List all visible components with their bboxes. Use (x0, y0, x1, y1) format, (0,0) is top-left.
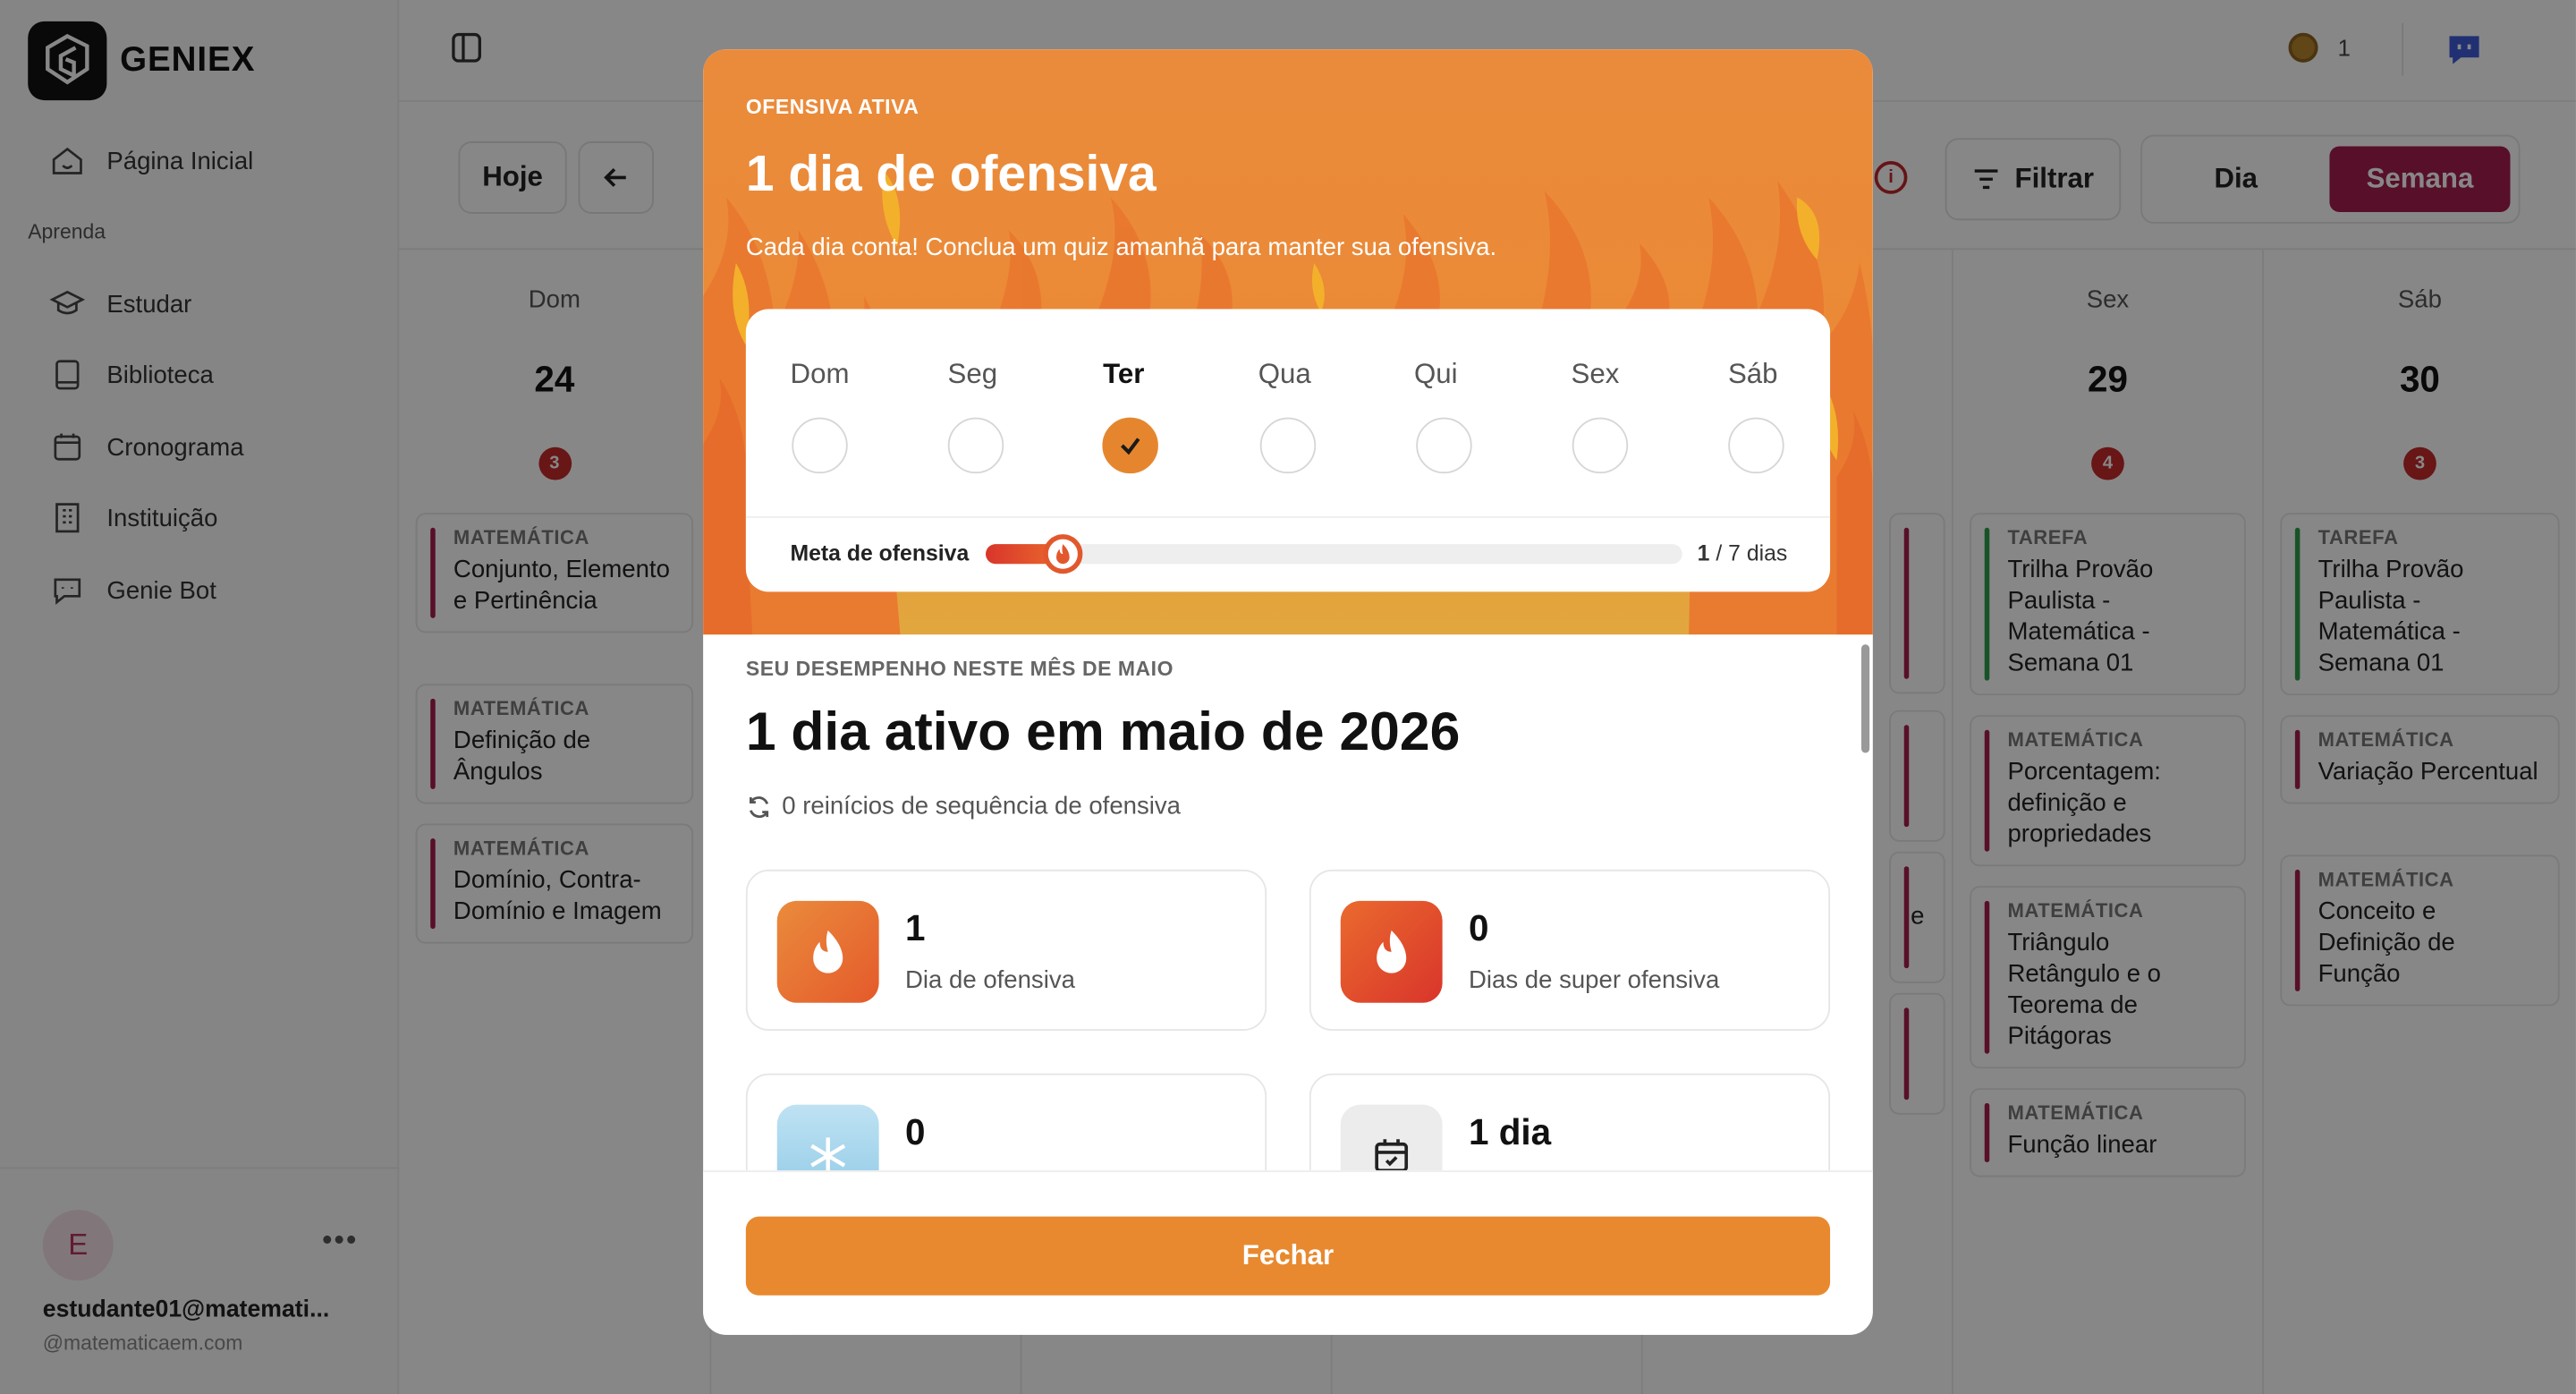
week-tracker: Dom Seg Ter Qua Qui Sex Sáb Meta de ofen… (745, 309, 1831, 592)
weekday-label: Seg (947, 358, 998, 390)
stat-card: 0 (745, 1073, 1267, 1171)
refresh-icon (749, 795, 769, 818)
stat-label: Dia de ofensiva (905, 966, 1075, 995)
weekday-label: Qua (1258, 358, 1311, 390)
modal-scrollbar[interactable] (1860, 644, 1870, 753)
streak-subtitle: Cada dia conta! Conclua um quiz amanhã p… (745, 233, 1497, 262)
resets-text: 0 reinícios de sequência de ofensiva (782, 792, 1181, 820)
weekday-circle (1572, 417, 1629, 474)
streak-hero: OFENSIVA ATIVA 1 dia de ofensiva Cada di… (703, 49, 1873, 635)
stat-value: 0 (1469, 907, 1489, 949)
weekday-label: Ter (1103, 358, 1145, 390)
flame-icon (1055, 544, 1070, 565)
weekday-circle (1416, 417, 1472, 474)
weekday-label: Sáb (1727, 358, 1778, 390)
stat-card: 1 dia (1309, 1073, 1831, 1171)
streak-title: 1 dia de ofensiva (745, 144, 1157, 202)
stat-value: 1 (905, 907, 926, 949)
weekday-label: Dom (790, 358, 850, 390)
modal-footer: Fechar (703, 1170, 1873, 1335)
stat-value: 0 (905, 1111, 926, 1152)
app-root: GENIEX Página Inicial Aprenda Estudar Bi… (0, 0, 2576, 1394)
stat-card: 0 Dias de super ofensiva (1309, 869, 1831, 1031)
weekday-circle (1259, 417, 1317, 474)
goal-progress-knob (1042, 534, 1082, 574)
performance-kicker: SEU DESEMPENHO NESTE MÊS DE MAIO (745, 657, 1174, 681)
flame-icon (776, 900, 879, 1003)
streak-kicker: OFENSIVA ATIVA (745, 95, 919, 119)
performance-title: 1 dia ativo em maio de 2026 (745, 700, 1461, 761)
calendar-check-icon (1340, 1104, 1443, 1171)
divider (745, 515, 1831, 518)
goal-label: Meta de ofensiva (790, 540, 970, 566)
modal-scroll-area[interactable]: SEU DESEMPENHO NESTE MÊS DE MAIO 1 dia a… (703, 634, 1873, 1171)
performance-resets: 0 reinícios de sequência de ofensiva (746, 793, 1181, 820)
flame-icon (1340, 900, 1443, 1003)
weekday-label: Qui (1413, 358, 1458, 390)
stat-value: 1 dia (1469, 1111, 1552, 1152)
weekday-circle (792, 417, 848, 474)
weekday-circle (947, 417, 1004, 474)
streak-modal: OFENSIVA ATIVA 1 dia de ofensiva Cada di… (703, 49, 1873, 1335)
weekday-circle-done (1102, 417, 1158, 474)
goal-current: 1 (1697, 540, 1710, 566)
weekday-label: Sex (1571, 358, 1620, 390)
snowflake-icon (776, 1104, 879, 1171)
stat-label: Dias de super ofensiva (1469, 966, 1720, 995)
goal-progress-bar (986, 534, 1682, 574)
weekday-circle (1728, 417, 1784, 474)
check-icon (1121, 438, 1140, 455)
stat-card: 1 Dia de ofensiva (745, 869, 1267, 1031)
goal-rest: / 7 dias (1709, 540, 1788, 566)
goal-value: 1 / 7 dias (1698, 540, 1788, 565)
close-button[interactable]: Fechar (745, 1216, 1831, 1296)
